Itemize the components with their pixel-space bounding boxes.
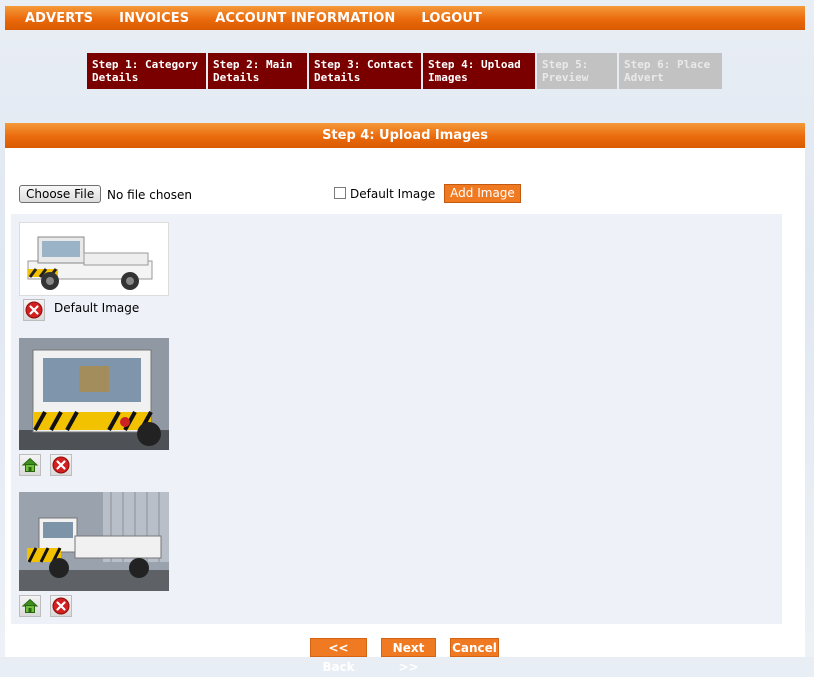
next-button[interactable]: Next >> — [381, 638, 436, 674]
set-default-image-3-button[interactable] — [19, 595, 41, 617]
home-icon — [21, 598, 39, 613]
section-title: Step 4: Upload Images — [5, 123, 805, 148]
step-4-upload-images[interactable]: Step 4: Upload Images — [423, 53, 535, 89]
step-5-preview: Step 5: Preview — [537, 53, 617, 89]
default-image-checkbox[interactable] — [334, 187, 346, 199]
nav-account-information[interactable]: ACCOUNT INFORMATION — [215, 11, 395, 26]
add-image-button[interactable]: Add Image — [444, 184, 521, 203]
cancel-button[interactable]: Cancel — [450, 638, 499, 657]
step-5-line1: Step 5: — [542, 58, 589, 71]
step-6-place-advert: Step 6: Place Advert — [619, 53, 722, 89]
delete-icon — [52, 597, 70, 615]
step-3-line1: Step 3: Contact — [314, 58, 414, 71]
uploaded-image-2 — [19, 338, 169, 450]
step-2-line2: Details — [213, 71, 260, 84]
choose-file-button[interactable]: Choose File — [19, 185, 102, 203]
nav-invoices[interactable]: INVOICES — [119, 11, 189, 26]
step-2-main-details[interactable]: Step 2: Main Details — [208, 53, 307, 89]
home-icon — [21, 457, 39, 472]
delete-image-2-button[interactable] — [50, 454, 72, 476]
nav-logout[interactable]: LOGOUT — [421, 11, 482, 26]
default-image-checkbox-label: Default Image — [350, 187, 436, 201]
step-3-contact-details[interactable]: Step 3: Contact Details — [309, 53, 421, 89]
set-default-image-2-button[interactable] — [19, 454, 41, 476]
wizard-steps: Step 1: Category Details Step 2: Main De… — [87, 53, 724, 89]
delete-icon — [52, 456, 70, 474]
step-6-line2: Advert — [624, 71, 664, 84]
step-4-line2: Images — [428, 71, 468, 84]
no-file-chosen-text: No file chosen — [107, 188, 193, 202]
step-4-line1: Step 4: Upload — [428, 58, 521, 71]
delete-image-3-button[interactable] — [50, 595, 72, 617]
top-navigation-bar: ADVERTS INVOICES ACCOUNT INFORMATION LOG… — [5, 6, 805, 30]
delete-icon — [25, 301, 43, 319]
uploaded-image-1 — [19, 222, 169, 296]
nav-adverts[interactable]: ADVERTS — [25, 11, 93, 26]
uploaded-image-3 — [19, 492, 169, 591]
default-image-label: Default Image — [54, 301, 140, 315]
step-5-line2: Preview — [542, 71, 589, 84]
step-1-line1: Step 1: Category — [92, 58, 198, 71]
step-2-line1: Step 2: Main — [213, 58, 293, 71]
step-3-line2: Details — [314, 71, 361, 84]
step-6-line1: Step 6: Place — [624, 58, 711, 71]
delete-image-1-button[interactable] — [23, 299, 45, 321]
step-1-line2: Details — [92, 71, 139, 84]
step-1-category-details[interactable]: Step 1: Category Details — [87, 53, 206, 89]
back-button[interactable]: << Back — [310, 638, 367, 674]
